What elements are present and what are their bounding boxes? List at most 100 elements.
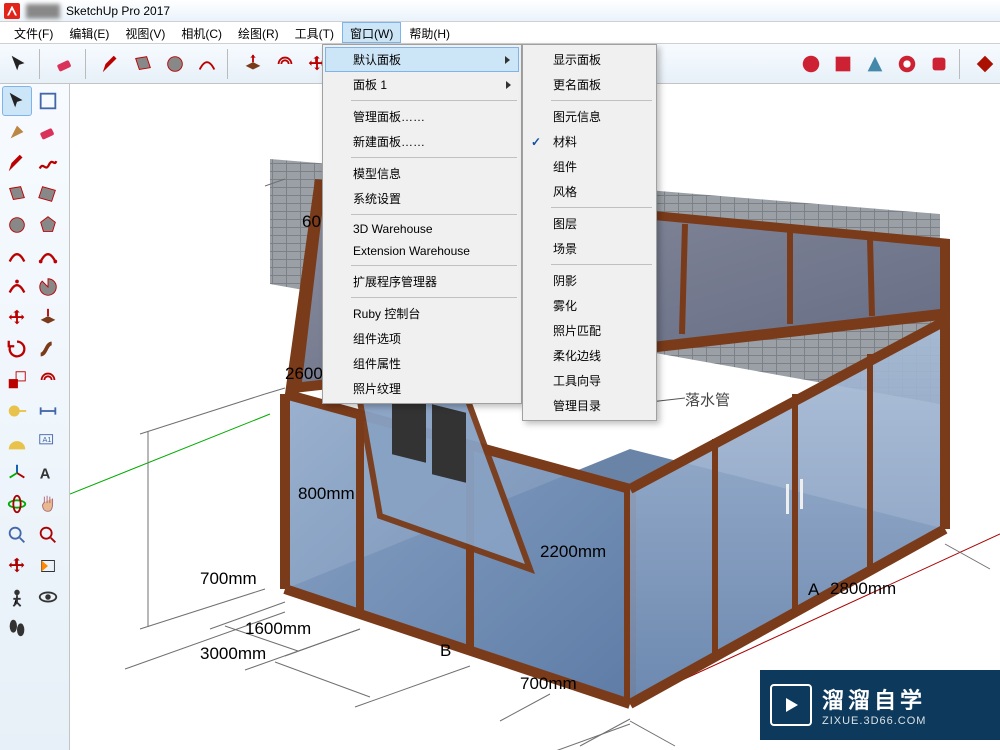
palette-3pt-arc-icon[interactable] <box>2 272 32 302</box>
menu-component-attrs[interactable]: 组件属性 <box>325 351 519 376</box>
palette-rotrect-icon[interactable] <box>33 179 63 209</box>
dim-2800: 2800mm <box>830 579 896 599</box>
right-tool-5-icon[interactable] <box>924 49 954 79</box>
svg-text:A: A <box>40 467 51 483</box>
menu-extension-warehouse[interactable]: Extension Warehouse <box>325 240 519 262</box>
annotation-downpipe: 落水管 <box>685 389 730 410</box>
menu-edit[interactable]: 编辑(E) <box>61 22 117 43</box>
menu-bar[interactable]: 文件(F) 编辑(E) 视图(V) 相机(C) 绘图(R) 工具(T) 窗口(W… <box>0 22 1000 44</box>
window-menu-dropdown[interactable]: 默认面板 面板 1 管理面板…… 新建面板…… 模型信息 系统设置 3D War… <box>322 44 522 404</box>
menu-file[interactable]: 文件(F) <box>6 22 61 43</box>
menu-camera[interactable]: 相机(C) <box>173 22 230 43</box>
palette-look-icon[interactable] <box>33 582 63 612</box>
palette-rect-icon[interactable] <box>2 179 32 209</box>
palette-eraser-icon[interactable] <box>33 117 63 147</box>
watermark-url: ZIXUE.3D66.COM <box>822 715 926 727</box>
submenu-scenes[interactable]: 场景 <box>525 236 654 261</box>
submenu-instructor[interactable]: 工具向导 <box>525 368 654 393</box>
palette-zoom-icon[interactable] <box>2 520 32 550</box>
dim-2600: 2600 <box>285 364 323 384</box>
palette-line-icon[interactable] <box>2 148 32 178</box>
submenu-soften-edges[interactable]: 柔化边线 <box>525 343 654 368</box>
palette-dimension-icon[interactable] <box>33 396 63 426</box>
palette-circle-icon[interactable] <box>2 210 32 240</box>
rectangle-tool-icon[interactable] <box>128 49 158 79</box>
submenu-layers[interactable]: 图层 <box>525 211 654 236</box>
menu-3d-warehouse[interactable]: 3D Warehouse <box>325 218 519 240</box>
right-tool-4-icon[interactable] <box>892 49 922 79</box>
palette-walk-icon[interactable] <box>2 613 32 643</box>
palette-offset-icon[interactable] <box>33 365 63 395</box>
palette-pie-icon[interactable] <box>33 272 63 302</box>
right-tool-3-icon[interactable] <box>860 49 890 79</box>
palette-polygon-icon[interactable] <box>33 210 63 240</box>
pushpull-tool-icon[interactable] <box>238 49 268 79</box>
menu-model-info[interactable]: 模型信息 <box>325 161 519 186</box>
menu-panel-1[interactable]: 面板 1 <box>325 72 519 97</box>
palette-text-icon[interactable]: A1 <box>33 427 63 457</box>
palette-orbit-icon[interactable] <box>2 489 32 519</box>
right-tool-2-icon[interactable] <box>828 49 858 79</box>
submenu-components[interactable]: 组件 <box>525 154 654 179</box>
menu-help[interactable]: 帮助(H) <box>401 22 458 43</box>
palette-protractor-icon[interactable] <box>2 427 32 457</box>
menu-photo-textures[interactable]: 照片纹理 <box>325 376 519 401</box>
submenu-styles[interactable]: 风格 <box>525 179 654 204</box>
pencil-tool-icon[interactable] <box>96 49 126 79</box>
submenu-entity-info[interactable]: 图元信息 <box>525 104 654 129</box>
offset-tool-icon[interactable] <box>270 49 300 79</box>
palette-pushpull-icon[interactable] <box>33 303 63 333</box>
circle-tool-icon[interactable] <box>160 49 190 79</box>
menu-view[interactable]: 视图(V) <box>117 22 173 43</box>
palette-position-camera-icon[interactable] <box>2 582 32 612</box>
palette-zoom-window-icon[interactable] <box>33 520 63 550</box>
submenu-rename-panel[interactable]: 更名面板 <box>525 72 654 97</box>
submenu-fog[interactable]: 雾化 <box>525 293 654 318</box>
palette-arc-icon[interactable] <box>2 241 32 271</box>
submenu-manage-catalog[interactable]: 管理目录 <box>525 393 654 418</box>
menu-manage-panels[interactable]: 管理面板…… <box>325 104 519 129</box>
eraser-tool-icon[interactable] <box>50 49 80 79</box>
submenu-show-panel[interactable]: 显示面板 <box>525 47 654 72</box>
palette-move-icon[interactable] <box>2 303 32 333</box>
submenu-match-photo[interactable]: 照片匹配 <box>525 318 654 343</box>
palette-3dtext-icon[interactable]: A <box>33 458 63 488</box>
palette-component-icon[interactable] <box>33 86 63 116</box>
right-tool-1-icon[interactable] <box>796 49 826 79</box>
palette-zoom-extents-icon[interactable] <box>2 551 32 581</box>
arc-tool-icon[interactable] <box>192 49 222 79</box>
palette-axes-icon[interactable] <box>2 458 32 488</box>
menu-tools[interactable]: 工具(T) <box>287 22 342 43</box>
submenu-shadows[interactable]: 阴影 <box>525 268 654 293</box>
palette-select-icon[interactable] <box>2 86 32 116</box>
menu-window[interactable]: 窗口(W) <box>342 22 401 43</box>
default-panel-submenu[interactable]: 显示面板 更名面板 图元信息 ✓材料 组件 风格 图层 场景 阴影 雾化 照片匹… <box>522 44 657 421</box>
palette-rotate-icon[interactable] <box>2 334 32 364</box>
title-bar: ████ SketchUp Pro 2017 <box>0 0 1000 22</box>
svg-text:A1: A1 <box>43 435 52 444</box>
palette-paint-icon[interactable] <box>2 117 32 147</box>
watermark-play-icon <box>770 684 812 726</box>
menu-component-options[interactable]: 组件选项 <box>325 326 519 351</box>
dim-1600: 1600mm <box>245 619 311 639</box>
palette-followme-icon[interactable] <box>33 334 63 364</box>
dim-label-b: B <box>440 641 451 661</box>
watermark: 溜溜自学 ZIXUE.3D66.COM <box>760 670 1000 740</box>
app-title: SketchUp Pro 2017 <box>66 4 170 18</box>
palette-2pt-arc-icon[interactable] <box>33 241 63 271</box>
submenu-materials[interactable]: ✓材料 <box>525 129 654 154</box>
menu-ruby-console[interactable]: Ruby 控制台 <box>325 301 519 326</box>
menu-default-panel[interactable]: 默认面板 <box>325 47 519 72</box>
palette-scale-icon[interactable] <box>2 365 32 395</box>
palette-freehand-icon[interactable] <box>33 148 63 178</box>
palette-pan-icon[interactable] <box>33 489 63 519</box>
palette-tape-icon[interactable] <box>2 396 32 426</box>
menu-extension-manager[interactable]: 扩展程序管理器 <box>325 269 519 294</box>
select-tool-icon[interactable] <box>4 49 34 79</box>
palette-section-icon[interactable] <box>33 551 63 581</box>
menu-new-panel[interactable]: 新建面板…… <box>325 129 519 154</box>
menu-system-prefs[interactable]: 系统设置 <box>325 186 519 211</box>
right-tool-6-icon[interactable] <box>970 49 1000 79</box>
menu-draw[interactable]: 绘图(R) <box>230 22 287 43</box>
tool-palette: A1 A <box>0 84 70 750</box>
